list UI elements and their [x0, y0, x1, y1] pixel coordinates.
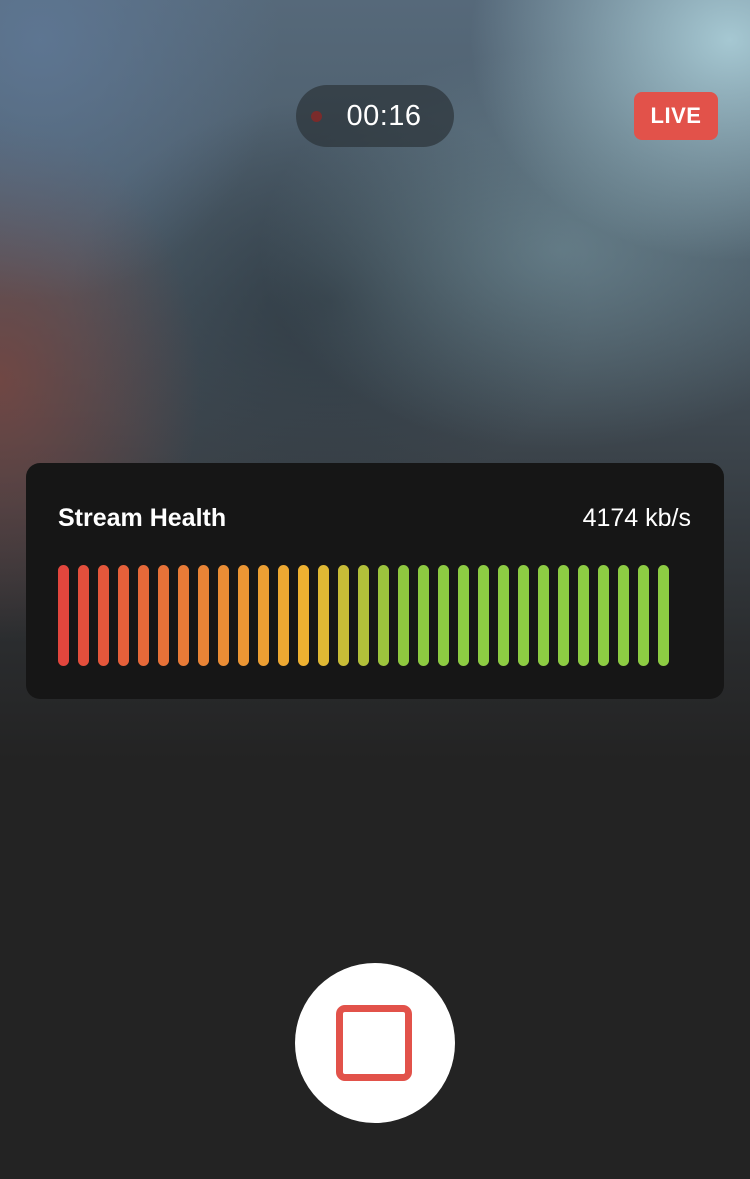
- meter-bar: [418, 565, 429, 666]
- meter-bar: [118, 565, 129, 666]
- meter-bar: [298, 565, 309, 666]
- meter-bar: [598, 565, 609, 666]
- stream-health-card: Stream Health 4174 kb/s: [26, 463, 724, 699]
- meter-bar: [618, 565, 629, 666]
- meter-bar: [278, 565, 289, 666]
- stop-stream-button[interactable]: [295, 963, 455, 1123]
- stop-square-icon: [336, 1005, 412, 1081]
- meter-bar: [498, 565, 509, 666]
- meter-bar: [158, 565, 169, 666]
- meter-bar: [658, 565, 669, 666]
- meter-bar: [558, 565, 569, 666]
- meter-bar: [378, 565, 389, 666]
- meter-bar: [238, 565, 249, 666]
- stream-health-meter: [58, 565, 678, 667]
- meter-bar: [638, 565, 649, 666]
- meter-bar: [578, 565, 589, 666]
- elapsed-time: 00:16: [346, 100, 422, 132]
- meter-bar: [478, 565, 489, 666]
- meter-bar: [538, 565, 549, 666]
- meter-bar: [98, 565, 109, 666]
- meter-bar: [78, 565, 89, 666]
- meter-bar: [178, 565, 189, 666]
- stream-health-title: Stream Health: [58, 504, 227, 532]
- meter-bar: [458, 565, 469, 666]
- meter-bar: [58, 565, 69, 666]
- meter-bar: [218, 565, 229, 666]
- live-stream-screen: 00:16 LIVE Stream Health 4174 kb/s: [0, 0, 750, 1179]
- live-badge: LIVE: [634, 92, 718, 140]
- meter-bar: [518, 565, 529, 666]
- meter-bar: [338, 565, 349, 666]
- recording-dot-icon: [311, 111, 322, 122]
- meter-bar: [358, 565, 369, 666]
- stream-bitrate: 4174 kb/s: [582, 504, 691, 532]
- meter-bar: [398, 565, 409, 666]
- meter-bar: [438, 565, 449, 666]
- meter-bar: [198, 565, 209, 666]
- meter-bar: [258, 565, 269, 666]
- meter-bar: [318, 565, 329, 666]
- meter-bar: [138, 565, 149, 666]
